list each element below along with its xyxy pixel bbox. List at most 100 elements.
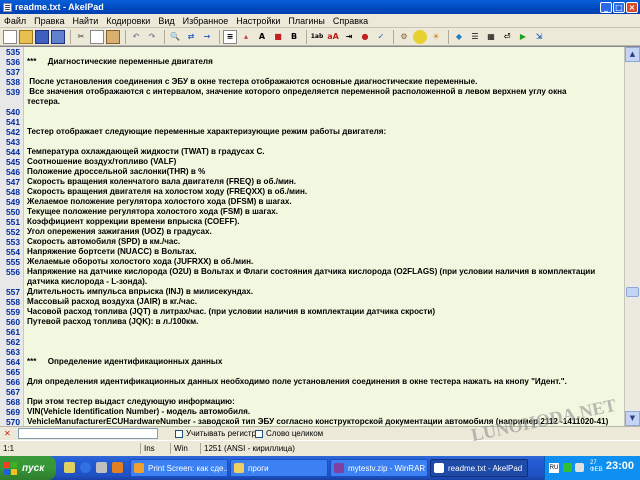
text-line[interactable]: Тестер отображает следующие переменные х…: [24, 127, 624, 137]
title-bar[interactable]: readme.txt - AkelPad _ □ ×: [0, 0, 640, 14]
bold-icon[interactable]: B: [287, 30, 301, 44]
text-line[interactable]: Скорость автомобиля (SPD) в км./час.: [24, 237, 624, 247]
menu-plugins[interactable]: Плагины: [284, 16, 328, 26]
text-line[interactable]: Текущее положение регулятора холостого х…: [24, 207, 624, 217]
redo-icon[interactable]: ↷: [145, 30, 159, 44]
text-line[interactable]: Положение дроссельной заслонки(THR) в %: [24, 167, 624, 177]
text-line[interactable]: [24, 327, 624, 337]
network-icon[interactable]: [563, 463, 572, 472]
text-line[interactable]: Температура охлаждающей жидкости (TWAT) …: [24, 147, 624, 157]
text-line[interactable]: [24, 387, 624, 397]
vertical-scrollbar[interactable]: ▲ ▼: [624, 47, 640, 426]
paste-icon[interactable]: [106, 29, 120, 44]
text-line[interactable]: Массовый расход воздуха (JAIR) в кг./час…: [24, 297, 624, 307]
explorer-quicklaunch-icon[interactable]: [96, 462, 107, 473]
scroll-down-icon[interactable]: ▼: [625, 411, 640, 426]
whole-word-box[interactable]: [255, 429, 263, 438]
list-icon[interactable]: ☰: [468, 30, 482, 44]
text-line[interactable]: Коэффициент коррекции времени впрыска (C…: [24, 217, 624, 227]
text-line[interactable]: Угол опережения зажигания (UOZ) в градус…: [24, 227, 624, 237]
close-button[interactable]: ×: [626, 1, 638, 13]
text-line[interactable]: Соотношение воздух/топливо (VALF): [24, 157, 624, 167]
close-icon[interactable]: ✕: [4, 429, 13, 438]
menu-favorites[interactable]: Избранное: [179, 16, 233, 26]
text-line[interactable]: датчика кислорода - L-зонда).: [24, 277, 624, 287]
run-icon[interactable]: ▶: [516, 30, 530, 44]
editor[interactable]: 535 536 537 538 539 540 541 542 543 544 545 546 547 5…: [0, 46, 640, 426]
menu-file[interactable]: Файл: [0, 16, 30, 26]
menu-edit[interactable]: Правка: [30, 16, 68, 26]
on-top-icon[interactable]: ▴: [239, 30, 253, 44]
text-line[interactable]: Путевой расход топлива (JQK): в л./100км…: [24, 317, 624, 327]
browser-icon[interactable]: [80, 462, 91, 473]
text-line[interactable]: [24, 47, 624, 57]
text-line[interactable]: Скорость вращения двигателя на холостом …: [24, 187, 624, 197]
save-icon[interactable]: [35, 29, 49, 44]
scripts-icon[interactable]: ◆: [452, 30, 466, 44]
minimize-button[interactable]: _: [600, 1, 612, 13]
text-line[interactable]: [24, 107, 624, 117]
clock[interactable]: 23:00: [606, 460, 634, 472]
step-icon[interactable]: ⇲: [532, 30, 546, 44]
table-icon[interactable]: ▦: [484, 30, 498, 44]
whole-word-checkbox[interactable]: Слово целиком: [255, 429, 323, 438]
word-wrap-icon[interactable]: ≡: [223, 29, 237, 44]
media-icon[interactable]: [112, 462, 123, 473]
text-line[interactable]: [24, 117, 624, 127]
font-icon[interactable]: A: [255, 30, 269, 44]
start-button[interactable]: пуск: [0, 456, 56, 480]
language-indicator[interactable]: RU: [549, 463, 559, 473]
text-line[interactable]: Часовой расход топлива (JQT) в литрах/ча…: [24, 307, 624, 317]
text-line[interactable]: Длительность импульса впрыска (INJ) в ми…: [24, 287, 624, 297]
text-line[interactable]: *** Определение идентификационных данных: [24, 357, 624, 367]
text-line[interactable]: *** Диагностические переменные двигателя: [24, 57, 624, 67]
text-line[interactable]: После установления соединения с ЭБУ в ок…: [24, 77, 624, 87]
text-line[interactable]: При этом тестер выдаст следующую информа…: [24, 397, 624, 407]
task-print-screen[interactable]: Print Screen: как сде...: [130, 459, 228, 477]
explorer-icon[interactable]: ☀: [429, 30, 443, 44]
numbering-icon[interactable]: 1ab: [310, 30, 324, 44]
text-line[interactable]: Напряжение на датчике кислорода (O2U) в …: [24, 267, 624, 277]
copy-icon[interactable]: [90, 29, 104, 44]
plugin-icon[interactable]: [413, 29, 427, 44]
text-line[interactable]: Напряжение бортсети (NUACC) в Вольтах.: [24, 247, 624, 257]
match-case-checkbox[interactable]: Учитывать регистр: [175, 429, 256, 438]
text-line[interactable]: Для определения идентификационных данных…: [24, 377, 624, 387]
text-line[interactable]: [24, 337, 624, 347]
record-icon[interactable]: ●: [358, 30, 372, 44]
search-input[interactable]: [18, 428, 158, 439]
show-desktop-icon[interactable]: [64, 462, 75, 473]
maximize-button[interactable]: □: [613, 1, 625, 13]
menu-view[interactable]: Вид: [154, 16, 178, 26]
new-file-icon[interactable]: [3, 29, 17, 44]
indent-icon[interactable]: ⇥: [342, 30, 356, 44]
color-icon[interactable]: ■: [271, 30, 285, 44]
menu-find[interactable]: Найти: [69, 16, 103, 26]
save-all-icon[interactable]: [51, 29, 65, 44]
match-case-box[interactable]: [175, 429, 183, 438]
menu-settings[interactable]: Настройки: [232, 16, 284, 26]
text-area[interactable]: *** Диагностические переменные двигателя…: [24, 47, 624, 426]
menu-help[interactable]: Справка: [329, 16, 372, 26]
spellcheck-icon[interactable]: ✓: [374, 30, 388, 44]
text-line[interactable]: Желаемые обороты холостого хода (JUFRXX)…: [24, 257, 624, 267]
text-line[interactable]: [24, 67, 624, 77]
task-akelpad[interactable]: readme.txt - AkelPad: [430, 459, 528, 477]
replace-icon[interactable]: ⇄: [184, 30, 198, 44]
text-line[interactable]: Все значения отображаются с интервалом, …: [24, 87, 624, 97]
goto-icon[interactable]: →: [200, 30, 214, 44]
scroll-thumb[interactable]: [626, 287, 639, 297]
task-progi[interactable]: проги: [230, 459, 328, 477]
cut-icon[interactable]: ✂: [74, 30, 88, 44]
undo-icon[interactable]: ↶: [129, 30, 143, 44]
settings-icon[interactable]: ⚙: [397, 30, 411, 44]
text-line[interactable]: Скорость вращения коленчатого вала двига…: [24, 177, 624, 187]
volume-icon[interactable]: [575, 463, 584, 472]
open-folder-icon[interactable]: [19, 29, 33, 44]
menu-encoding[interactable]: Кодировки: [102, 16, 154, 26]
scroll-up-icon[interactable]: ▲: [625, 47, 640, 62]
text-line[interactable]: [24, 367, 624, 377]
text-line[interactable]: [24, 137, 624, 147]
task-winrar[interactable]: mytestv.zip - WinRAR: [330, 459, 428, 477]
wrap-icon[interactable]: ⏎: [500, 30, 514, 44]
